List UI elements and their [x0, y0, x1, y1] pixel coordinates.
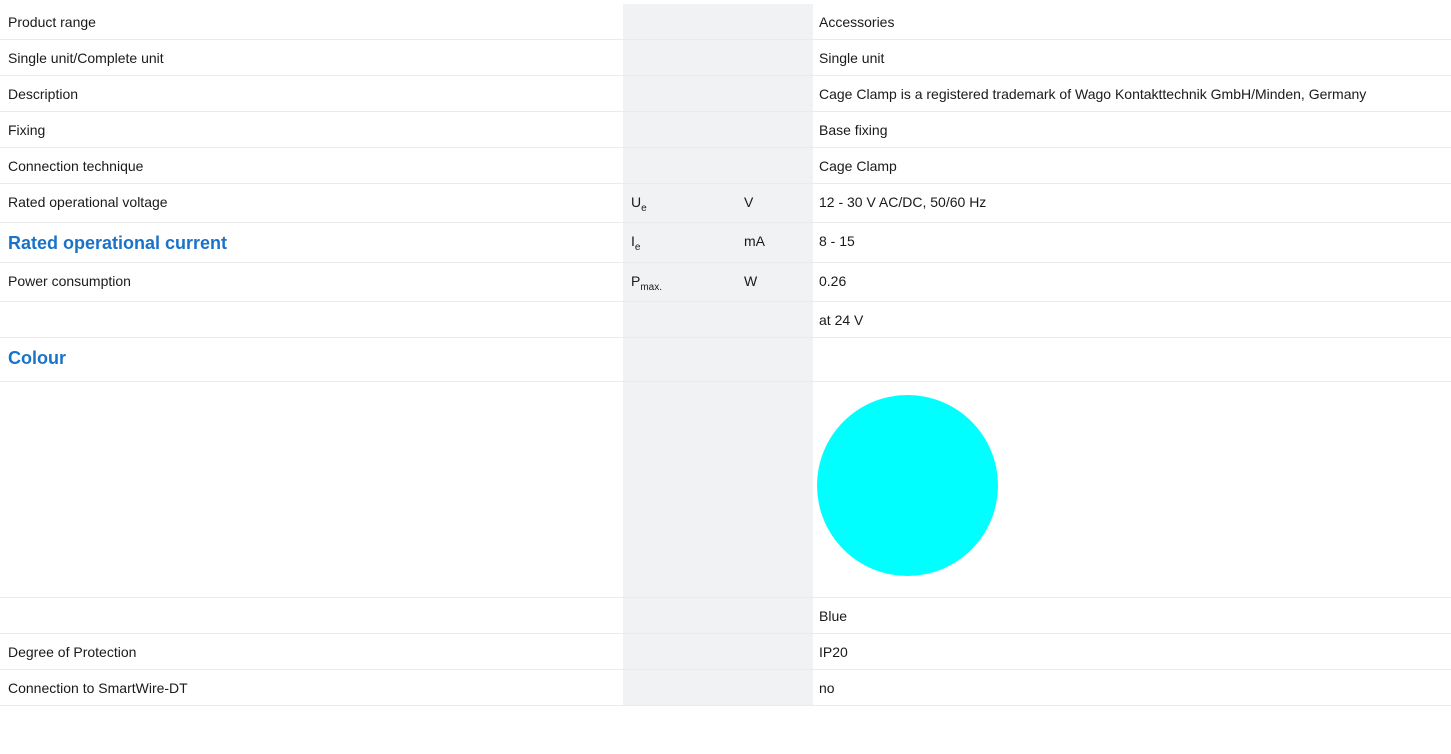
- spec-row-single-unit: Single unit/Complete unit Single unit: [0, 39, 1451, 76]
- spec-row-connection-technique: Connection technique Cage Clamp: [0, 147, 1451, 184]
- spec-unit: [736, 39, 813, 76]
- spec-row-description: Description Cage Clamp is a registered t…: [0, 75, 1451, 112]
- symbol-subscript: max.: [640, 282, 663, 293]
- spec-row-colour-name: Blue: [0, 597, 1451, 634]
- spec-symbol: Pmax.: [623, 262, 736, 302]
- spec-symbol: [623, 75, 736, 112]
- spec-unit: [736, 111, 813, 148]
- spec-row-smartwire: Connection to SmartWire-DT no: [0, 669, 1451, 706]
- symbol-letter: U: [631, 194, 642, 210]
- spec-label: Fixing: [0, 111, 623, 148]
- colour-swatch-circle: [817, 395, 998, 576]
- spec-label: Connection to SmartWire-DT: [0, 669, 623, 706]
- spec-symbol: [623, 147, 736, 184]
- spec-symbol: [623, 39, 736, 76]
- spec-value: [813, 381, 1451, 598]
- spec-row-fixing: Fixing Base fixing: [0, 111, 1451, 148]
- spec-value: Cage Clamp: [813, 147, 1451, 184]
- spec-unit: mA: [736, 222, 813, 263]
- spec-label: Rated operational voltage: [0, 183, 623, 223]
- spec-unit: V: [736, 183, 813, 223]
- spec-unit: [736, 633, 813, 670]
- spec-value: 8 - 15: [813, 222, 1451, 263]
- spec-row-degree-of-protection: Degree of Protection IP20: [0, 633, 1451, 670]
- spec-unit: W: [736, 262, 813, 302]
- spec-row-rated-current: Rated operational current Ie mA 8 - 15: [0, 222, 1451, 263]
- spec-row-colour-heading: Colour: [0, 337, 1451, 382]
- symbol-letter: P: [631, 273, 641, 289]
- spec-value: Single unit: [813, 39, 1451, 76]
- spec-symbol: Ie: [623, 222, 736, 263]
- spec-label: [0, 597, 623, 634]
- spec-label: Power consumption: [0, 262, 623, 302]
- spec-symbol: [623, 4, 736, 40]
- spec-label: Single unit/Complete unit: [0, 39, 623, 76]
- spec-label: Connection technique: [0, 147, 623, 184]
- spec-symbol: [623, 337, 736, 382]
- spec-row-colour-swatch: [0, 381, 1451, 598]
- spec-symbol: [623, 381, 736, 598]
- spec-symbol: [623, 597, 736, 634]
- spec-value: no: [813, 669, 1451, 706]
- spec-row-power-note: at 24 V: [0, 301, 1451, 338]
- symbol-subscript: e: [634, 242, 641, 253]
- specification-table: Product range Accessories Single unit/Co…: [0, 4, 1451, 706]
- spec-label: [0, 301, 623, 338]
- spec-value: Base fixing: [813, 111, 1451, 148]
- spec-value: 0.26: [813, 262, 1451, 302]
- symbol-subscript: e: [641, 203, 647, 214]
- spec-value: Blue: [813, 597, 1451, 634]
- spec-symbol: [623, 301, 736, 338]
- spec-unit: [736, 381, 813, 598]
- spec-symbol: [623, 669, 736, 706]
- spec-label-highlighted: Colour: [0, 337, 623, 382]
- spec-value: 12 - 30 V AC/DC, 50/60 Hz: [813, 183, 1451, 223]
- spec-symbol: [623, 633, 736, 670]
- spec-label: [0, 381, 623, 598]
- spec-value: [813, 337, 1451, 382]
- spec-unit: [736, 301, 813, 338]
- spec-value: Cage Clamp is a registered trademark of …: [813, 75, 1451, 112]
- spec-label: Degree of Protection: [0, 633, 623, 670]
- spec-value: Accessories: [813, 4, 1451, 40]
- spec-unit: [736, 597, 813, 634]
- spec-row-rated-voltage: Rated operational voltage Ue V 12 - 30 V…: [0, 183, 1451, 223]
- spec-label: Product range: [0, 4, 623, 40]
- spec-unit: [736, 147, 813, 184]
- spec-value: IP20: [813, 633, 1451, 670]
- spec-symbol: Ue: [623, 183, 736, 223]
- spec-row-product-range: Product range Accessories: [0, 4, 1451, 40]
- spec-label: Description: [0, 75, 623, 112]
- spec-symbol: [623, 111, 736, 148]
- spec-value: at 24 V: [813, 301, 1451, 338]
- spec-unit: [736, 4, 813, 40]
- spec-unit: [736, 337, 813, 382]
- spec-unit: [736, 75, 813, 112]
- spec-label-highlighted: Rated operational current: [0, 222, 623, 263]
- spec-row-power-consumption: Power consumption Pmax. W 0.26: [0, 262, 1451, 302]
- spec-unit: [736, 669, 813, 706]
